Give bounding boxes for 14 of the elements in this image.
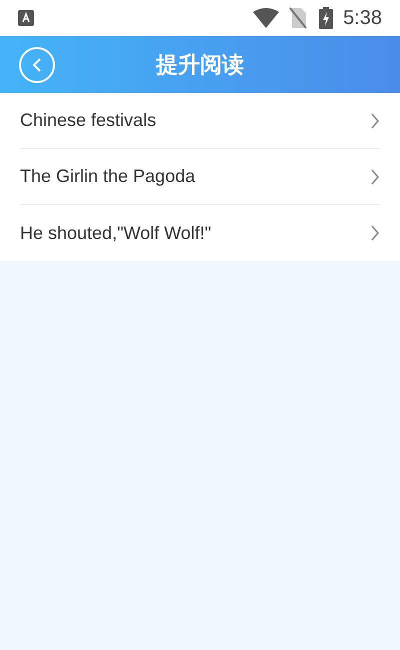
battery-charging-icon: [319, 7, 334, 29]
chevron-right-icon: [370, 112, 380, 130]
list-item[interactable]: Chinese festivals: [20, 93, 380, 149]
chevron-right-icon: [370, 168, 380, 186]
status-time: 5:38: [343, 6, 382, 31]
chevron-left-icon: [32, 56, 42, 72]
wifi-icon: [253, 8, 280, 28]
list-item[interactable]: The Girlin the Pagoda: [20, 149, 380, 205]
no-sim-icon: [289, 7, 308, 29]
page-title: 提升阅读: [156, 51, 244, 79]
back-button[interactable]: [19, 46, 55, 82]
list-item[interactable]: He shouted,"Wolf Wolf!": [20, 205, 380, 261]
keyboard-notification-icon: [18, 10, 34, 26]
chevron-right-icon: [370, 224, 380, 242]
